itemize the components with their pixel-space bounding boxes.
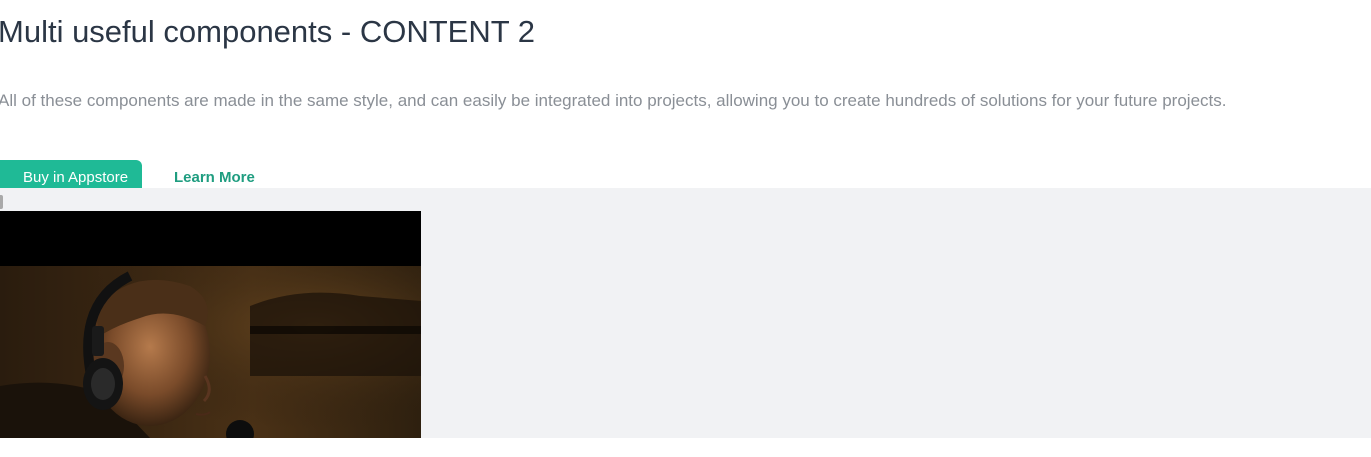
scroll-handle[interactable] — [0, 195, 3, 209]
video-player[interactable] — [0, 211, 421, 438]
page-description: All of these components are made in the … — [0, 91, 1227, 110]
page-title: Multi useful components - CONTENT 2 — [0, 14, 535, 49]
video-frame — [0, 266, 421, 438]
video-still-image — [0, 266, 421, 438]
learn-more-link[interactable]: Learn More — [174, 169, 255, 186]
page: Multi useful components - CONTENT 2 All … — [0, 0, 1371, 457]
